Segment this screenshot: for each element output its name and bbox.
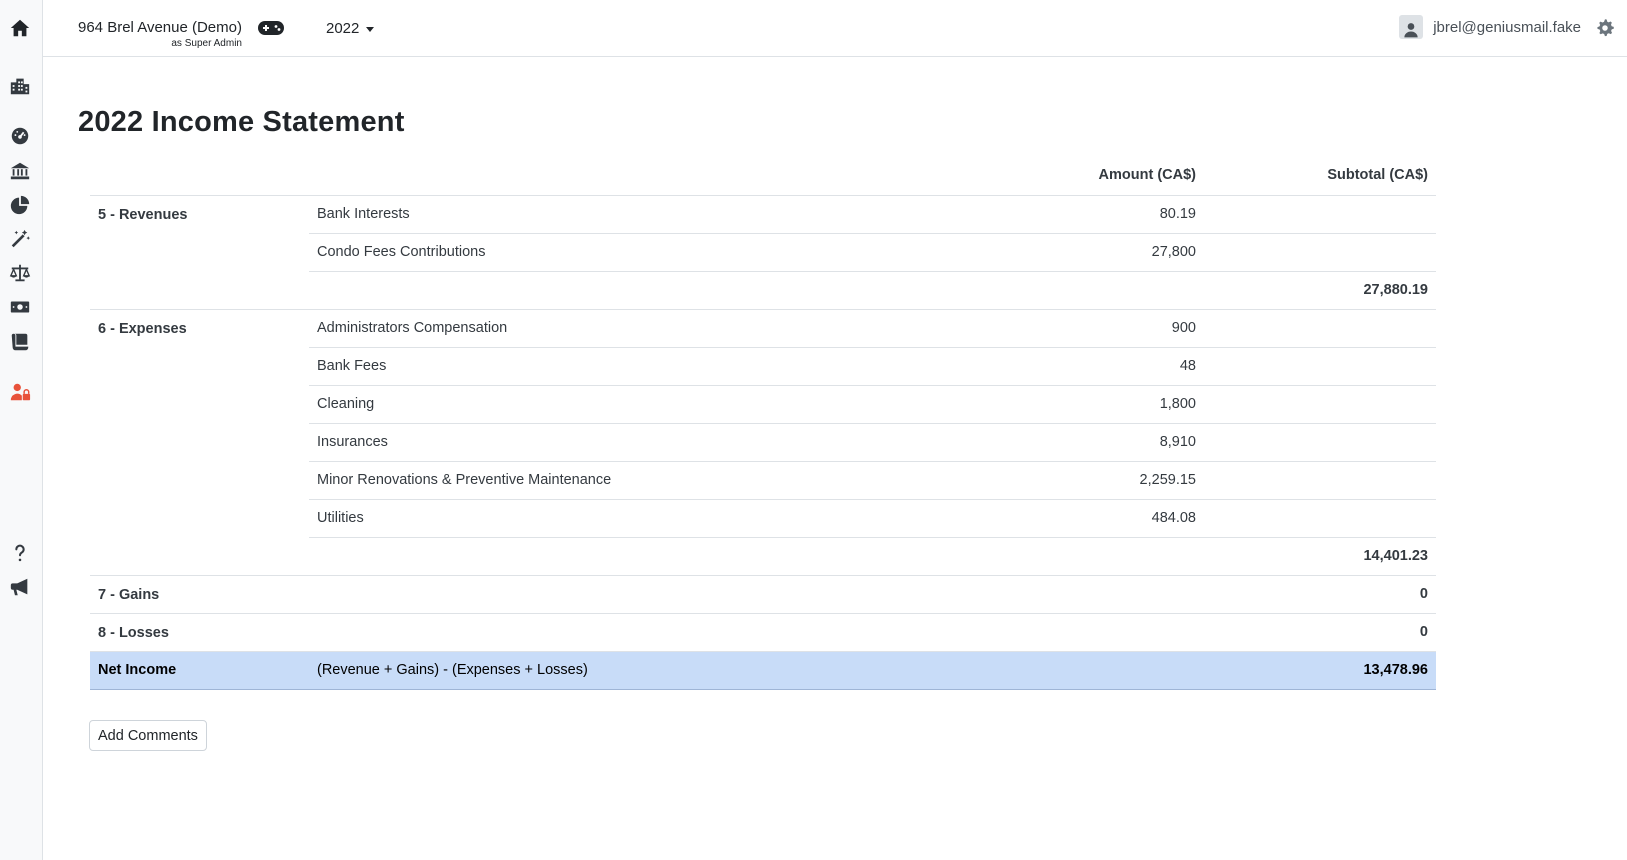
line-description: Minor Renovations & Preventive Maintenan… — [309, 461, 964, 500]
line-subtotal — [1204, 385, 1436, 424]
table-row: 6 - Expenses Administrators Compensation… — [90, 309, 1436, 576]
line-subtotal — [1204, 233, 1436, 272]
buildings-icon[interactable] — [7, 73, 33, 99]
line-subtotal — [1204, 309, 1436, 348]
line-amount: 1,800 — [964, 385, 1204, 424]
magic-wand-icon[interactable] — [7, 226, 33, 252]
category-header — [90, 155, 309, 196]
gains-category: 7 - Gains — [90, 575, 309, 614]
organization-switcher[interactable]: 964 Brel Avenue (Demo) as Super Admin — [78, 19, 242, 50]
pie-chart-icon[interactable] — [7, 192, 33, 218]
sidebar — [0, 0, 43, 860]
line-subtotal — [1204, 499, 1436, 538]
receipt-icon[interactable] — [7, 329, 33, 355]
line-description — [309, 537, 964, 576]
gear-icon[interactable] — [1595, 18, 1615, 38]
expenses-subtotal: 14,401.23 — [1204, 537, 1436, 576]
line-description: Condo Fees Contributions — [309, 233, 964, 272]
gains-subtotal: 0 — [1204, 575, 1436, 614]
line-description — [309, 575, 964, 614]
net-income-label: Net Income — [90, 651, 309, 690]
line-amount — [964, 613, 1204, 652]
description-header — [309, 155, 964, 196]
net-income-row: Net Income (Revenue + Gains) - (Expenses… — [90, 651, 1436, 690]
line-description: Insurances — [309, 423, 964, 462]
losses-category: 8 - Losses — [90, 613, 309, 652]
losses-subtotal: 0 — [1204, 613, 1436, 652]
gamepad-icon[interactable] — [257, 18, 285, 38]
money-bill-icon[interactable] — [7, 294, 33, 320]
net-income-formula: (Revenue + Gains) - (Expenses + Losses) — [309, 651, 964, 690]
balance-scale-icon[interactable] — [7, 260, 33, 286]
line-amount: 484.08 — [964, 499, 1204, 538]
line-amount: 80.19 — [964, 195, 1204, 234]
organization-name: 964 Brel Avenue (Demo) — [78, 19, 242, 36]
line-amount: 2,259.15 — [964, 461, 1204, 500]
line-amount — [964, 271, 1204, 310]
page-title: 2022 Income Statement — [78, 106, 405, 138]
table-row: 5 - Revenues Bank Interests 80.19 — [90, 195, 1436, 310]
avatar — [1399, 15, 1424, 39]
table-row: 8 - Losses 0 — [90, 613, 1436, 652]
line-description — [309, 613, 964, 652]
top-bar: 964 Brel Avenue (Demo) as Super Admin 20… — [43, 0, 1627, 57]
line-subtotal — [1204, 347, 1436, 386]
year-value: 2022 — [326, 20, 360, 37]
user-email: jbrel@geniusmail.fake — [1433, 18, 1581, 36]
line-description: Bank Interests — [309, 195, 964, 234]
line-amount — [964, 537, 1204, 576]
line-description — [309, 271, 964, 310]
line-amount — [964, 575, 1204, 614]
line-subtotal — [1204, 195, 1436, 234]
subtotal-header: Subtotal (CA$) — [1204, 155, 1436, 196]
user-menu[interactable]: jbrel@geniusmail.fake — [1399, 15, 1581, 39]
line-amount: 900 — [964, 309, 1204, 348]
line-subtotal — [1204, 423, 1436, 462]
caret-down-icon — [366, 26, 375, 32]
year-dropdown[interactable]: 2022 — [326, 20, 375, 37]
net-income-value: 13,478.96 — [1204, 651, 1436, 690]
income-statement-table: Amount (CA$) Subtotal (CA$) 5 - Revenues… — [90, 155, 1436, 690]
user-lock-icon[interactable] — [7, 379, 33, 405]
line-amount: 48 — [964, 347, 1204, 386]
expenses-category: 6 - Expenses — [90, 309, 309, 576]
organization-role: as Super Admin — [171, 38, 242, 49]
line-amount — [964, 651, 1204, 690]
bank-icon[interactable] — [7, 158, 33, 184]
line-amount: 27,800 — [964, 233, 1204, 272]
table-row: 7 - Gains 0 — [90, 575, 1436, 614]
add-comments-button[interactable]: Add Comments — [89, 720, 207, 751]
revenues-category: 5 - Revenues — [90, 195, 309, 310]
table-header-row: Amount (CA$) Subtotal (CA$) — [90, 155, 1436, 196]
line-description: Administrators Compensation — [309, 309, 964, 348]
line-description: Cleaning — [309, 385, 964, 424]
line-subtotal — [1204, 461, 1436, 500]
help-icon[interactable] — [7, 540, 33, 566]
line-description: Bank Fees — [309, 347, 964, 386]
announcement-icon[interactable] — [7, 574, 33, 600]
amount-header: Amount (CA$) — [964, 155, 1204, 196]
revenues-subtotal: 27,880.19 — [1204, 271, 1436, 310]
line-amount: 8,910 — [964, 423, 1204, 462]
dashboard-icon[interactable] — [7, 123, 33, 149]
line-description: Utilities — [309, 499, 964, 538]
home-icon[interactable] — [7, 15, 33, 41]
